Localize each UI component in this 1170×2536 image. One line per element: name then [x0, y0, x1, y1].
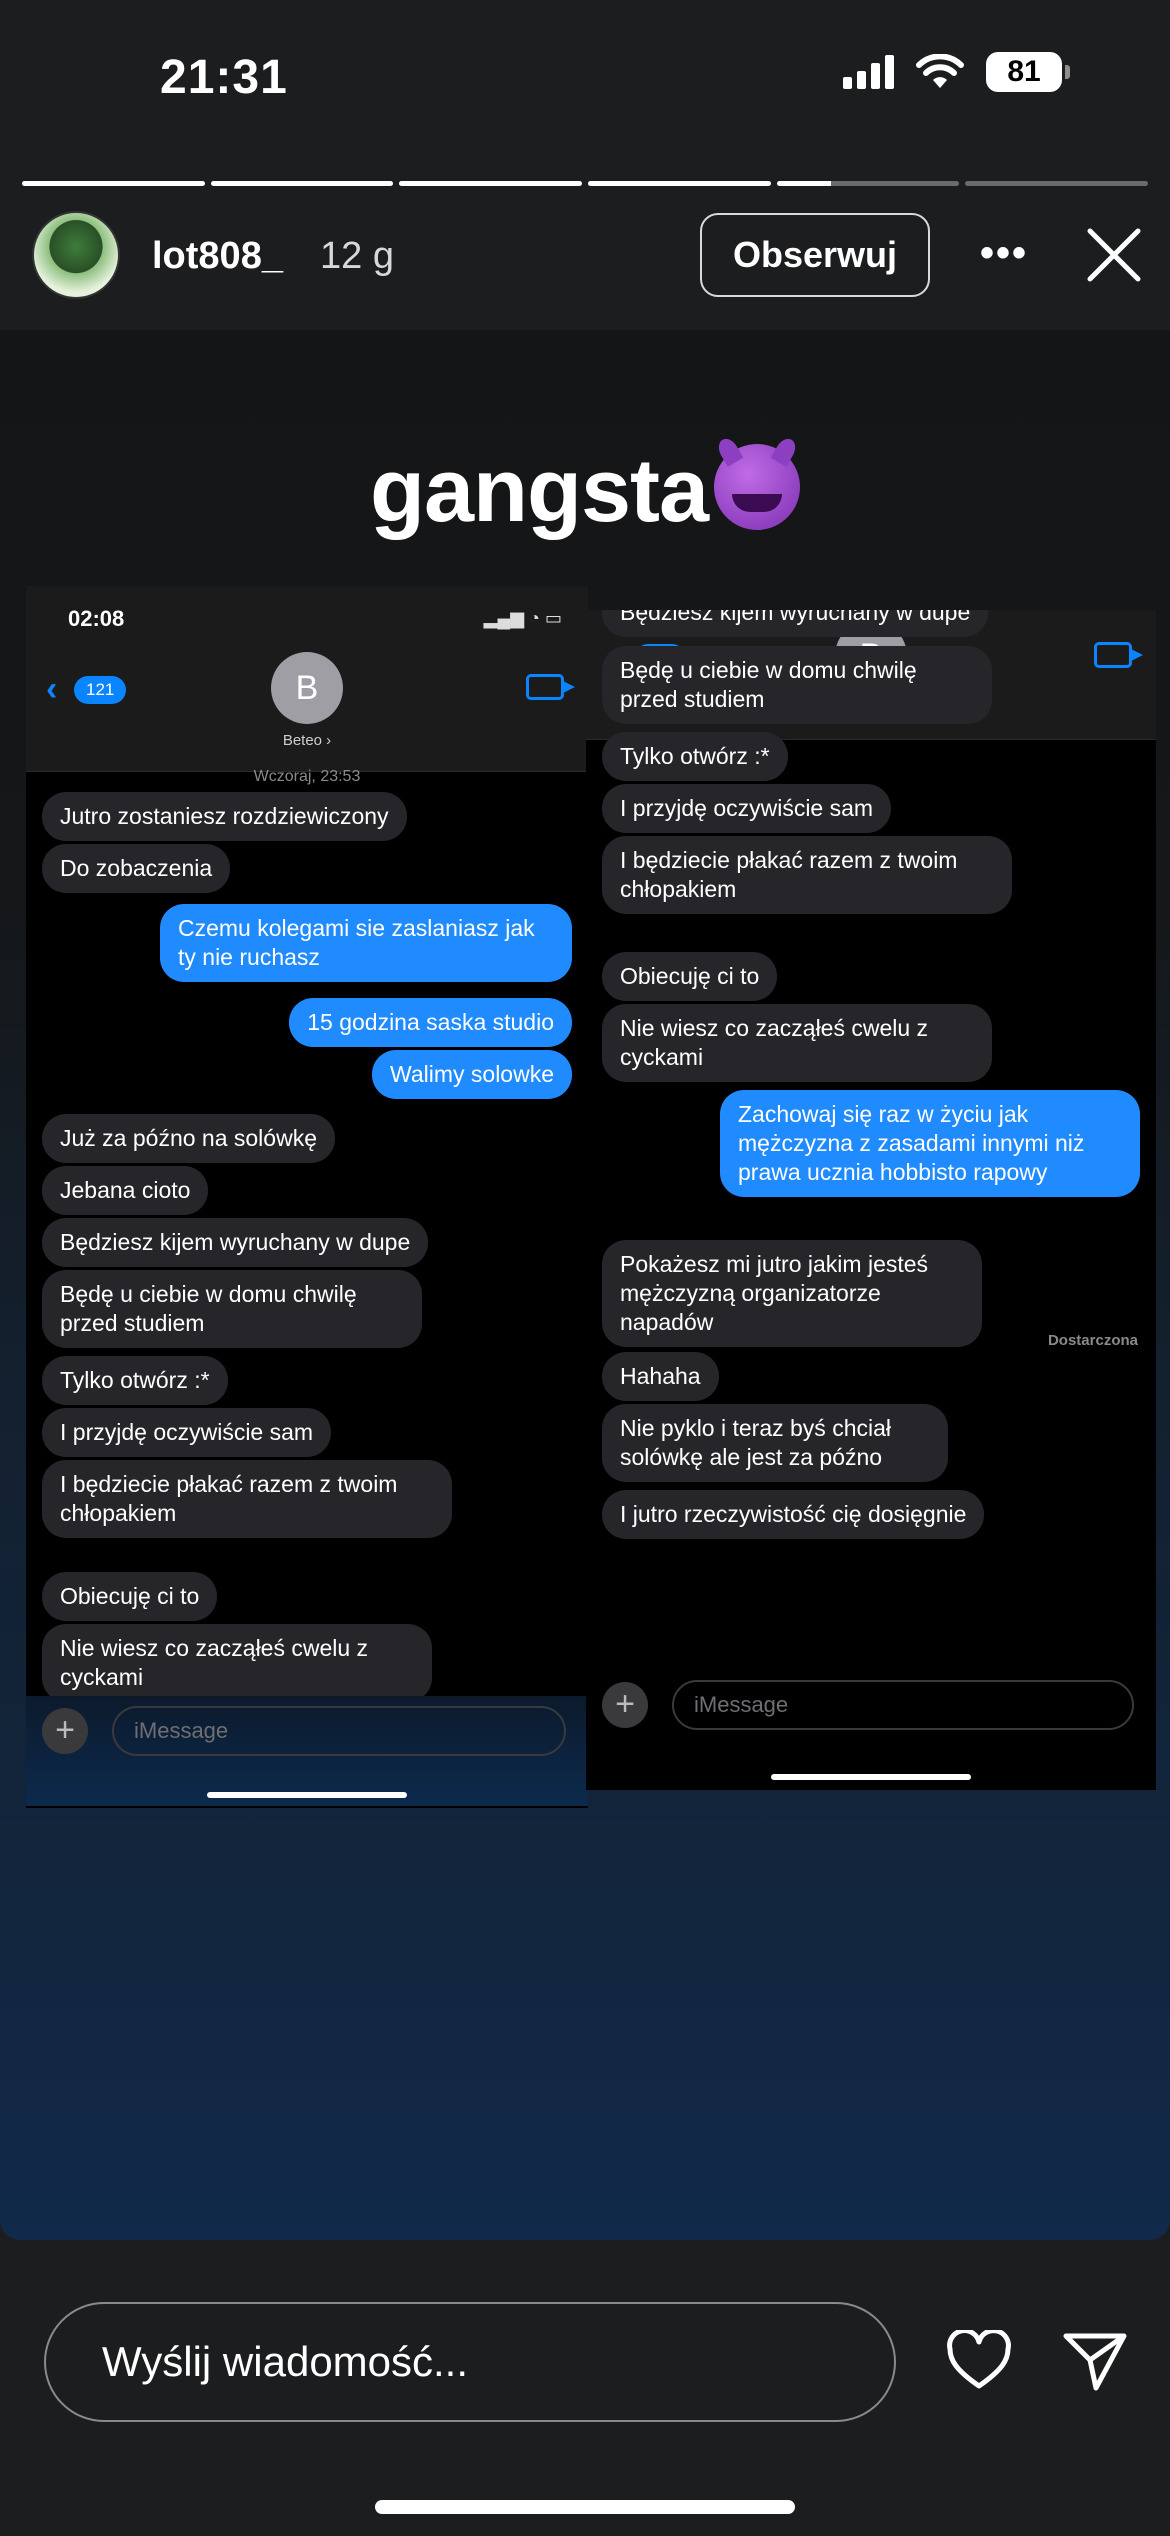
plus-icon: +	[602, 1682, 648, 1728]
avatar[interactable]	[32, 211, 120, 299]
received-message-bubble: Będziesz kijem wyruchany w dupe	[42, 1218, 429, 1267]
caption-text: gangsta	[369, 441, 709, 541]
received-message-bubble: I przyjdę oczywiście sam	[42, 1408, 332, 1457]
progress-segment	[22, 181, 205, 186]
imessage-field: iMessage	[672, 1680, 1134, 1730]
progress-segment	[588, 181, 771, 186]
smiling-devil-icon	[714, 444, 801, 531]
status-time: 21:31	[160, 51, 288, 104]
message-timestamp: Wczoraj, 23:53	[253, 768, 361, 785]
received-message-bubble: Tylko otwórz :*	[42, 1356, 228, 1405]
send-message-input[interactable]: Wyślij wiadomość...	[44, 2302, 896, 2422]
username[interactable]: lot808_	[152, 235, 283, 278]
progress-segment	[399, 181, 583, 186]
progress-segment	[776, 181, 960, 186]
battery-icon: 81	[986, 52, 1070, 92]
inner-status-icons: ▂▄▆ ◔ ▭	[483, 608, 562, 628]
received-message-bubble: Jebana cioto	[42, 1166, 209, 1215]
received-message-bubble: Obiecuję ci to	[602, 952, 778, 1001]
received-message-bubble: Tylko otwórz :*	[602, 732, 788, 781]
story-caption: gangsta	[0, 440, 1170, 543]
contact-name: Beteo ›	[282, 732, 332, 749]
received-message-bubble: Obiecuję ci to	[42, 1572, 218, 1621]
sent-message-bubble: Walimy solowke	[371, 1050, 572, 1099]
received-message-bubble: Pokażesz mi jutro jakim jesteś mężczyzną…	[602, 1240, 982, 1347]
close-icon[interactable]	[1084, 225, 1144, 285]
follow-button[interactable]: Obserwuj	[700, 213, 930, 297]
sent-message-bubble: Czemu kolegami sie zaslaniasz jak ty nie…	[160, 904, 572, 982]
sent-message-bubble: 15 godzina saska studio	[289, 998, 572, 1047]
conversation-header: ‹ 121 B Beteo ›	[26, 642, 588, 772]
contact-avatar: B	[271, 652, 343, 724]
inner-home-indicator	[771, 1774, 971, 1780]
story-age: 12 g	[320, 235, 394, 277]
delivered-status: Dostarczona	[1047, 1332, 1138, 1349]
status-bar: 21:31 81	[0, 0, 1170, 160]
inner-time: 02:08	[68, 606, 125, 631]
battery-level: 81	[986, 52, 1062, 92]
home-indicator	[375, 2500, 795, 2514]
compose-bar: + iMessage	[26, 1696, 588, 1806]
received-message-bubble: Hahaha	[602, 1352, 719, 1401]
cellular-signal-icon	[843, 55, 894, 89]
heart-icon[interactable]	[946, 2330, 1012, 2392]
imessage-field: iMessage	[112, 1706, 566, 1756]
back-chevron-icon: ‹	[46, 670, 58, 708]
received-message-bubble: I będziecie płakać razem z twoim chłopak…	[602, 836, 1012, 914]
screenshot-right: ‹ 121 B Beteo › Będziesz kijem wyruchany…	[586, 610, 1156, 1790]
story-progress	[22, 181, 1149, 186]
status-icons: 81	[843, 52, 1070, 92]
progress-segment	[965, 181, 1149, 186]
story-header: lot808_ 12 g Obserwuj •••	[0, 205, 1170, 305]
compose-bar: + iMessage	[586, 1670, 1156, 1780]
video-call-icon	[1094, 642, 1143, 668]
received-message-bubble: Będę u ciebie w domu chwilę przed studie…	[602, 646, 992, 724]
video-call-icon	[526, 674, 575, 700]
inner-status-bar: 02:08 ▂▄▆ ◔ ▭	[26, 586, 588, 642]
unread-badge: 121	[74, 676, 127, 704]
received-message-bubble: Nie wiesz co zacząłeś cwelu z cyckami	[42, 1624, 432, 1702]
received-message-bubble: Już za późno na solówkę	[42, 1114, 335, 1163]
screenshot-left: 02:08 ▂▄▆ ◔ ▭ ‹ 121 B Beteo › Wczoraj, 2…	[26, 586, 588, 1808]
inner-home-indicator	[207, 1792, 407, 1798]
received-message-bubble: Będziesz kijem wyruchany w dupe	[602, 610, 989, 637]
plus-icon: +	[42, 1708, 88, 1754]
received-message-bubble: Nie pyklo i teraz byś chciał solówkę ale…	[602, 1404, 948, 1482]
wifi-icon	[916, 54, 964, 88]
received-message-bubble: Do zobaczenia	[42, 844, 231, 893]
more-options-icon[interactable]: •••	[980, 231, 1028, 276]
received-message-bubble: Będę u ciebie w domu chwilę przed studie…	[42, 1270, 422, 1348]
received-message-bubble: Jutro zostaniesz rozdziewiczony	[42, 792, 407, 841]
progress-segment	[210, 181, 394, 186]
sent-message-bubble: Zachowaj się raz w życiu jak mężczyzna z…	[720, 1090, 1140, 1197]
received-message-bubble: Nie wiesz co zacząłeś cwelu z cyckami	[602, 1004, 992, 1082]
received-message-bubble: I będziecie płakać razem z twoim chłopak…	[42, 1460, 452, 1538]
received-message-bubble: I przyjdę oczywiście sam	[602, 784, 892, 833]
send-paper-plane-icon[interactable]	[1062, 2330, 1128, 2392]
received-message-bubble: I jutro rzeczywistość cię dosięgnie	[602, 1490, 985, 1539]
